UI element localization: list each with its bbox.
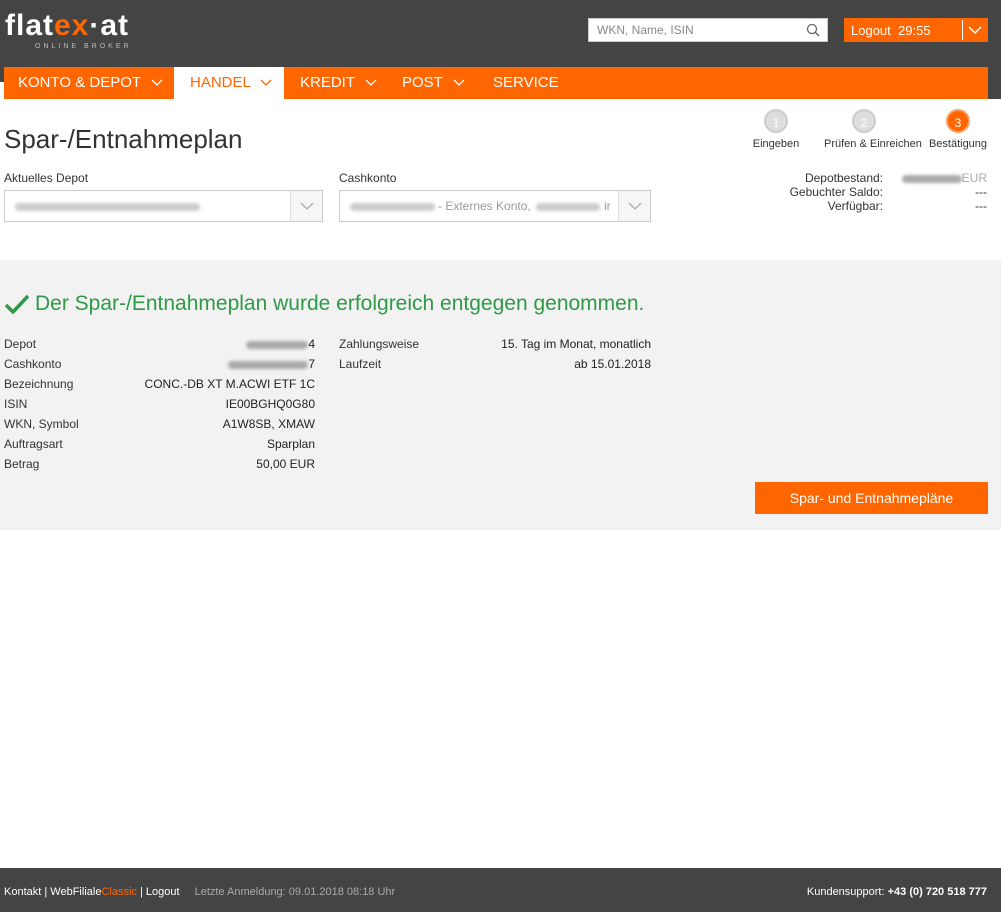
footer-link-logout[interactable]: Logout xyxy=(146,886,180,898)
detail-value-tail: 4 xyxy=(308,337,315,351)
logout-separator xyxy=(962,20,963,40)
step-number: 1 xyxy=(764,109,788,133)
redacted-value xyxy=(350,203,435,211)
cash-select-value: - Externes Konto, xyxy=(438,199,531,213)
detail-value-betrag: 50,00 EUR xyxy=(256,457,315,471)
step-pruefen: 2 Prüfen & Einreichen xyxy=(824,109,922,155)
chevron-down-icon[interactable] xyxy=(968,24,982,36)
verfuegbar-value: --- xyxy=(975,199,987,213)
logo-text-accent: ex xyxy=(54,9,90,42)
detail-value-laufzeit: ab 15.01.2018 xyxy=(574,357,651,371)
logo-text: flat xyxy=(5,9,54,42)
footer-link-webfiliale[interactable]: WebFilialeClassic xyxy=(50,886,137,898)
detail-value-bezeichnung: CONC.-DB XT M.ACWI ETF 1C xyxy=(144,377,315,391)
cash-select-value-tail: ir xyxy=(604,199,611,213)
footer-link-kontakt[interactable]: Kontakt xyxy=(4,886,41,898)
step-number: 2 xyxy=(852,109,876,133)
search-icon[interactable] xyxy=(806,23,820,37)
select-arrow[interactable] xyxy=(290,191,322,221)
detail-label-zahlungsweise: Zahlungsweise xyxy=(339,337,420,351)
logo-subtitle: ONLINE BROKER xyxy=(35,43,132,50)
detail-label-bezeichnung: Bezeichnung xyxy=(4,377,74,391)
nav-item-post[interactable]: POST xyxy=(402,67,465,99)
step-eingeben: 1 Eingeben xyxy=(736,109,816,155)
detail-label-cashkonto: Cashkonto xyxy=(4,357,62,371)
logout-label: Logout xyxy=(851,23,891,38)
detail-value-depot: 4 xyxy=(246,337,315,351)
success-message: Der Spar-/Entnahmeplan wurde erfolgreich… xyxy=(35,292,645,315)
nav-item-konto-depot[interactable]: KONTO & DEPOT xyxy=(18,67,163,99)
step-bestaetigung: 3 Bestätigung xyxy=(918,109,998,155)
detail-value-auftragsart: Sparplan xyxy=(266,437,315,451)
detail-value-isin: IE00BGHQ0G80 xyxy=(225,397,315,411)
detail-value-zahlungsweise: 15. Tag im Monat, monatlich xyxy=(501,337,651,351)
logo-text-suffix: ·at xyxy=(89,9,130,42)
session-timer: 29:55 xyxy=(898,23,931,38)
cash-select-label: Cashkonto xyxy=(339,171,397,185)
detail-value-tail: 7 xyxy=(308,357,315,371)
step-label: Bestätigung xyxy=(928,138,988,150)
search-box[interactable] xyxy=(588,18,828,42)
redacted-value xyxy=(246,340,309,349)
nav-item-label: KONTO & DEPOT xyxy=(18,74,141,91)
nav-item-label: SERVICE xyxy=(493,74,559,91)
header-strip xyxy=(988,82,1001,99)
nav-item-label: POST xyxy=(402,74,443,91)
redacted-value xyxy=(15,203,200,211)
redacted-value xyxy=(901,174,962,183)
depotbestand-label: Depotbestand: xyxy=(804,171,883,185)
checkmark-icon xyxy=(4,294,30,314)
saldo-label: Gebuchter Saldo: xyxy=(789,185,883,199)
chevron-down-icon xyxy=(453,79,465,86)
verfuegbar-label: Verfügbar: xyxy=(827,199,883,213)
saldo-value: --- xyxy=(975,185,987,199)
step-number: 3 xyxy=(946,109,970,133)
depot-select-label: Aktuelles Depot xyxy=(4,171,89,185)
depot-select[interactable] xyxy=(4,190,323,222)
search-input[interactable] xyxy=(589,19,799,41)
chevron-down-icon xyxy=(300,202,314,210)
chevron-down-icon xyxy=(628,202,642,210)
depotbestand-currency: EUR xyxy=(961,171,987,185)
step-label: Prüfen & Einreichen xyxy=(824,138,922,150)
detail-value-cashkonto: 7 xyxy=(228,357,315,371)
step-label: Eingeben xyxy=(752,138,800,150)
redacted-value xyxy=(228,360,309,369)
detail-label-laufzeit: Laufzeit xyxy=(339,357,382,371)
chevron-down-icon xyxy=(261,79,272,86)
nav-item-label: HANDEL xyxy=(190,74,251,91)
cash-select[interactable]: - Externes Konto, ir xyxy=(339,190,651,222)
spar-entnahmeplaene-button[interactable]: Spar- und Entnahmepläne xyxy=(755,482,988,514)
detail-label-auftragsart: Auftragsart xyxy=(4,437,63,451)
detail-label-isin: ISIN xyxy=(4,397,28,411)
nav-item-service[interactable]: SERVICE xyxy=(493,67,559,99)
nav-item-label: KREDIT xyxy=(300,74,355,91)
detail-label-depot: Depot xyxy=(4,337,37,351)
nav-item-kredit[interactable]: KREDIT xyxy=(300,67,377,99)
detail-label-wkn: WKN, Symbol xyxy=(4,417,79,431)
page-title: Spar-/Entnahmeplan xyxy=(4,124,243,154)
redacted-value xyxy=(536,203,600,211)
detail-value-wkn: A1W8SB, XMAW xyxy=(222,417,315,431)
main-nav: KONTO & DEPOT HANDEL KREDIT POST SERVICE xyxy=(4,67,988,99)
select-arrow[interactable] xyxy=(618,191,650,221)
chevron-down-icon xyxy=(151,79,163,86)
depotbestand-value: EUR xyxy=(901,171,987,185)
support-label: Kundensupport: xyxy=(806,886,885,898)
chevron-down-icon xyxy=(365,79,377,86)
detail-label-betrag: Betrag xyxy=(4,457,40,471)
nav-item-handel[interactable]: HANDEL xyxy=(174,67,284,99)
support-phone[interactable]: +43 (0) 720 518 777 xyxy=(888,886,987,898)
footer: Kontakt | WebFilialeClassic | Logout Let… xyxy=(0,868,1001,912)
last-login: Letzte Anmeldung: 09.01.2018 08:18 Uhr xyxy=(194,886,396,898)
logout-button[interactable]: Logout 29:55 xyxy=(844,18,988,42)
